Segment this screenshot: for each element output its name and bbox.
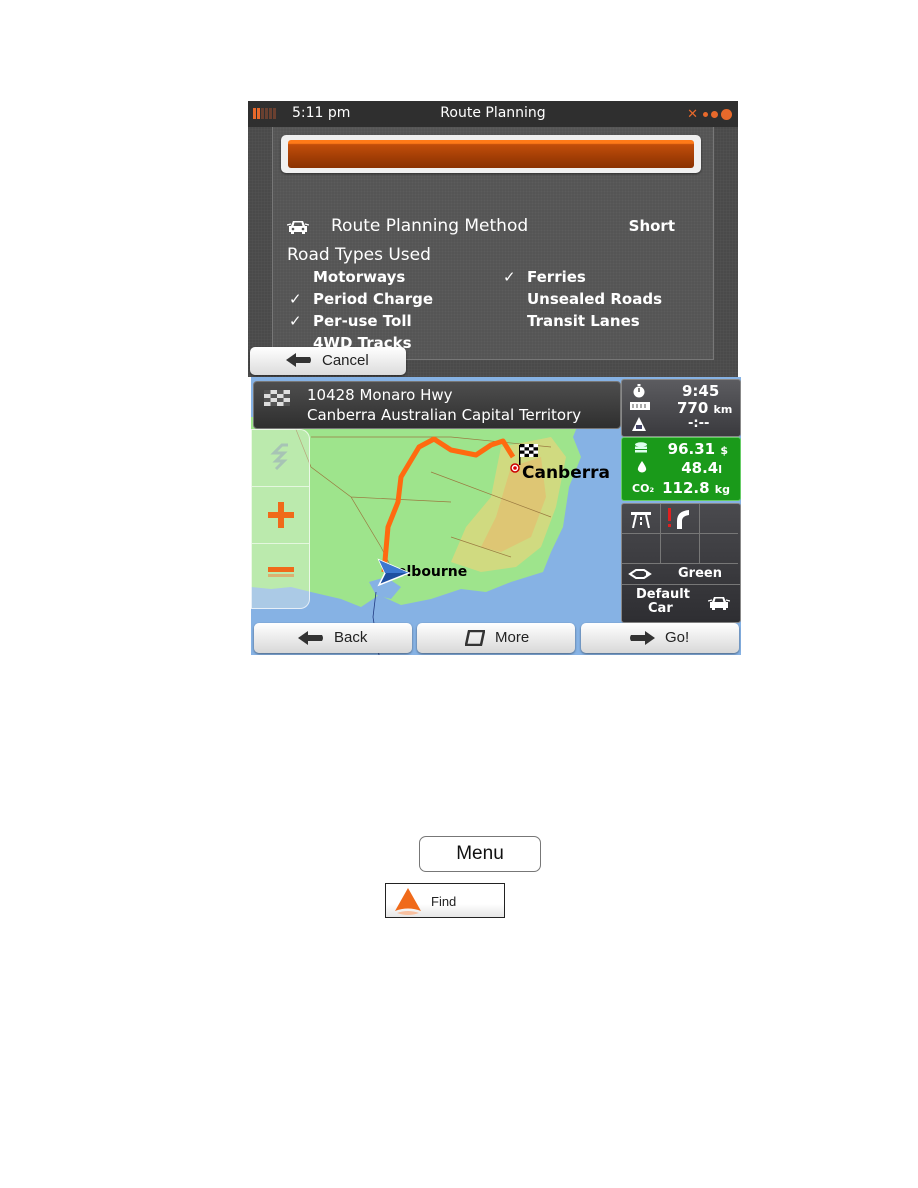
cost-value: 96.31 $	[667, 440, 728, 458]
stopwatch-icon	[633, 384, 645, 398]
road-view-icon	[269, 443, 288, 471]
coins-icon	[635, 442, 647, 453]
status-bar: 5:11 pm Route Planning ✕	[248, 101, 738, 127]
progress-fill	[288, 140, 694, 168]
unsealed-warning-option[interactable]	[661, 504, 700, 534]
screen-title: Route Planning	[440, 105, 546, 121]
car-icon	[287, 221, 309, 234]
road-type-unsealed-roads[interactable]: Unsealed Roads	[527, 290, 662, 308]
car-icon	[708, 597, 730, 610]
checkmark-icon: ✓	[289, 312, 302, 330]
minus-icon	[267, 567, 294, 577]
road-type-ferries[interactable]: ✓ Ferries	[503, 268, 586, 286]
method-label: Route Planning Method	[331, 216, 529, 236]
road-type-per-use-toll[interactable]: ✓ Per-use Toll	[289, 312, 412, 330]
destination-address: 10428 Monaro Hwy	[307, 386, 453, 404]
map-controls	[251, 429, 310, 609]
method-value: Short	[628, 217, 675, 235]
plus-icon	[267, 502, 294, 528]
route-method-icon	[628, 569, 652, 579]
find-arrow-icon	[395, 888, 421, 915]
more-icon	[465, 630, 485, 646]
co2-label: CO₂	[632, 482, 655, 495]
route-planning-method-row[interactable]: Route Planning Method Short	[287, 216, 697, 241]
view-mode-button[interactable]	[252, 430, 309, 487]
cancel-button[interactable]: Cancel	[250, 347, 406, 375]
zoom-in-button[interactable]	[252, 487, 309, 544]
progress-bar	[281, 135, 701, 173]
fuel-drop-icon	[637, 461, 647, 473]
fuel-value: 48.4l	[681, 459, 722, 477]
road-type-transit-lanes[interactable]: Transit Lanes	[527, 312, 640, 330]
go-button[interactable]: Go!	[581, 623, 739, 653]
eco-summary[interactable]: CO₂ 96.31 $ 48.4l 112.8 kg	[621, 437, 741, 501]
find-button[interactable]: Find	[385, 883, 505, 918]
checkered-flag-icon	[264, 390, 290, 406]
menu-button[interactable]: Menu	[419, 836, 541, 872]
route-info-panel: 9:45 770 km -:-- CO₂ 96.31 $ 48.4l 112.8…	[621, 379, 741, 623]
route-method-value: Green	[678, 566, 722, 581]
route-planning-screen: 5:11 pm Route Planning ✕ Route Planning …	[248, 101, 738, 377]
city-label-canberra: Canberra	[522, 463, 610, 483]
vehicle-line1: Default	[636, 587, 690, 602]
warning-turn-icon	[668, 508, 689, 529]
arrow-left-icon	[298, 631, 323, 645]
back-button[interactable]: Back	[254, 623, 412, 653]
road-type-motorways[interactable]: Motorways	[313, 268, 405, 286]
more-button[interactable]: More	[417, 623, 575, 653]
road-types-label: Road Types Used	[287, 245, 431, 265]
arrow-left-icon	[286, 353, 311, 367]
co2-value: 112.8 kg	[662, 479, 730, 497]
motorway-option[interactable]	[622, 504, 661, 534]
distance-value: 770 km	[677, 399, 733, 417]
satellite-icon: ✕	[687, 107, 698, 122]
distance-icon	[630, 402, 650, 410]
destination-city: Canberra Australian Capital Territory	[307, 406, 582, 424]
vehicle-row[interactable]: Default Car	[622, 585, 740, 621]
route-overview-screen: Canberra elbourne 10428 Monaro Hwy Canbe…	[251, 377, 741, 655]
arrow-right-icon	[630, 631, 655, 645]
traffic-delay-icon	[632, 417, 646, 431]
destination-bar[interactable]: 10428 Monaro Hwy Canberra Australian Cap…	[253, 381, 621, 429]
trip-summary[interactable]: 9:45 770 km -:--	[621, 379, 741, 437]
route-options-grid: Green Default Car	[621, 503, 741, 623]
checkmark-icon: ✓	[503, 268, 516, 286]
vehicle-line2: Car	[648, 601, 673, 616]
route-method-row[interactable]: Green	[622, 564, 740, 585]
delay-value: -:--	[688, 416, 710, 431]
zoom-out-button[interactable]	[252, 544, 309, 600]
eta-value: 9:45	[682, 382, 720, 400]
motorway-icon	[631, 512, 651, 528]
checkmark-icon: ✓	[289, 290, 302, 308]
gps-status-icon: ✕	[687, 107, 732, 122]
road-type-period-charge[interactable]: ✓ Period Charge	[289, 290, 433, 308]
route-planning-panel: Route Planning Method Short Road Types U…	[272, 127, 714, 360]
